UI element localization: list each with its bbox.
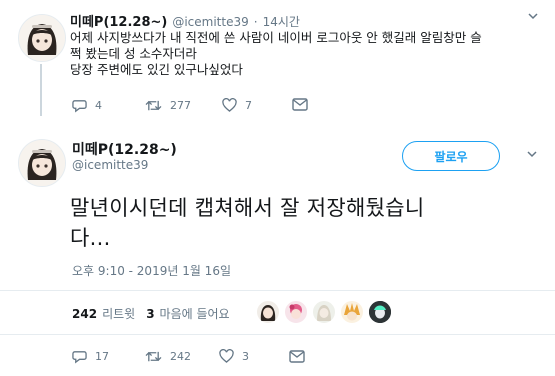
chevron-down-icon[interactable] <box>527 10 539 25</box>
display-name[interactable]: 미떼P(12.28~) <box>70 11 167 30</box>
divider <box>0 290 555 291</box>
time-ago[interactable]: 14시간 <box>263 13 300 30</box>
like-action[interactable]: 7 <box>222 98 252 112</box>
reply-action[interactable]: 4 <box>72 98 102 113</box>
retweet-count: 277 <box>170 99 191 112</box>
tweet-header: 미떼P(12.28~) @icemitte39 · 14시간 <box>70 11 300 30</box>
retweets-label[interactable]: 리트윗 <box>102 305 135 322</box>
like-icon <box>219 349 234 363</box>
tweet-text: 어제 사지방쓰다가 내 직전에 쓴 사람이 네이버 로그아웃 안 했길래 알림창… <box>70 30 510 78</box>
dm-icon <box>292 98 308 111</box>
like-icon <box>222 98 237 112</box>
liker-avatar[interactable] <box>339 299 365 325</box>
handle[interactable]: @icemitte39 <box>72 158 148 172</box>
reply-icon <box>72 349 87 364</box>
liker-avatar[interactable] <box>283 299 309 325</box>
retweet-count: 242 <box>170 350 191 363</box>
liker-avatar[interactable] <box>311 299 337 325</box>
chevron-down-icon[interactable] <box>526 148 538 163</box>
reply-action[interactable]: 17 <box>72 349 109 364</box>
dm-icon <box>289 350 305 363</box>
likes-label[interactable]: 마음에 들어요 <box>160 305 230 322</box>
dm-action[interactable] <box>292 98 308 111</box>
display-name[interactable]: 미떼P(12.28~) <box>72 139 177 159</box>
retweet-icon <box>145 349 162 364</box>
tweet-text-line: 쩍 봤는데 성 소수자더라 <box>70 46 197 61</box>
tweet-text-line: 당장 주변에도 있긴 있구나싶었다 <box>70 62 243 77</box>
liker-avatars <box>255 299 393 325</box>
divider <box>0 334 555 335</box>
liker-avatar[interactable] <box>255 299 281 325</box>
likes-number[interactable]: 3 <box>146 307 154 321</box>
tweet-text: 말년이시던데 캡쳐해서 잘 저장해뒀습니 다... <box>70 193 540 253</box>
dm-action[interactable] <box>289 350 305 363</box>
handle[interactable]: @icemitte39 <box>172 15 248 29</box>
like-action[interactable]: 3 <box>219 349 249 363</box>
timestamp[interactable]: 오후 9:10 - 2019년 1월 16일 <box>72 262 231 279</box>
separator: · <box>253 15 258 29</box>
engagement-stats: 242 리트윗 3 마음에 들어요 <box>72 305 230 322</box>
avatar[interactable] <box>18 139 66 187</box>
tweet-text-line: 다... <box>70 226 111 250</box>
like-count: 3 <box>242 349 249 363</box>
retweets-number[interactable]: 242 <box>72 307 97 321</box>
reply-icon <box>72 98 87 113</box>
liker-avatar[interactable] <box>367 299 393 325</box>
retweet-action[interactable]: 242 <box>145 349 191 364</box>
follow-button[interactable]: 팔로우 <box>402 141 500 171</box>
tweet-text-line: 말년이시던데 캡쳐해서 잘 저장해뒀습니 <box>70 196 425 220</box>
avatar[interactable] <box>18 14 66 62</box>
retweet-action[interactable]: 277 <box>145 98 191 113</box>
thread-line <box>40 64 42 116</box>
reply-count: 17 <box>95 350 109 363</box>
tweet-text-line: 어제 사지방쓰다가 내 직전에 쓴 사람이 네이버 로그아웃 안 했길래 알림창… <box>70 30 482 45</box>
reply-count: 4 <box>95 99 102 112</box>
retweet-icon <box>145 98 162 113</box>
like-count: 7 <box>245 98 252 112</box>
